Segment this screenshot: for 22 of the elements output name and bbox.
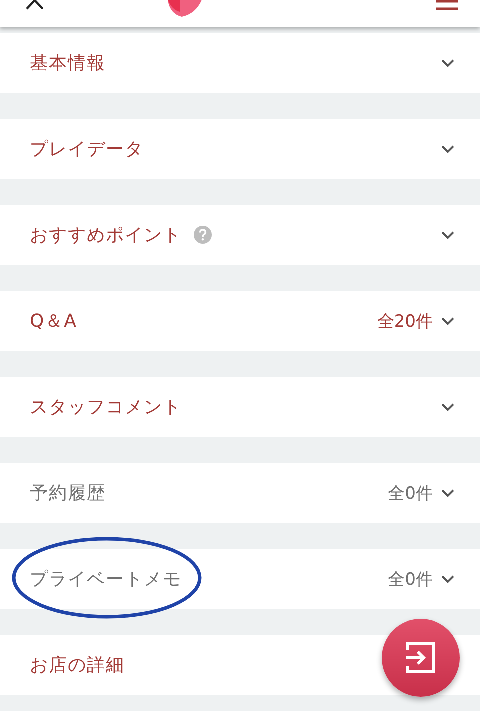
item-count: 全20件: [377, 310, 433, 332]
menu-icon[interactable]: [436, 0, 458, 12]
section-title: スタッフコメント: [30, 396, 182, 419]
chevron-down-icon: [441, 144, 455, 154]
login-icon: [404, 641, 438, 675]
section-title: お店の詳細: [30, 654, 125, 677]
chevron-down-icon: [441, 402, 455, 412]
chevron-down-icon: [441, 316, 455, 326]
section-title: Q＆A: [30, 310, 78, 333]
item-count: 全0件: [388, 482, 433, 504]
section-title: 基本情報: [30, 52, 106, 75]
login-button[interactable]: [382, 619, 460, 697]
section-title: おすすめポイント: [30, 224, 182, 247]
item-count: 全0件: [388, 568, 433, 590]
section-title: 予約履歴: [30, 482, 106, 505]
close-icon[interactable]: [26, 0, 44, 10]
section-title: プライベートメモ: [30, 568, 182, 591]
chevron-down-icon: [441, 574, 455, 584]
chevron-down-icon: [441, 58, 455, 68]
chevron-down-icon: [441, 230, 455, 240]
section-title: プレイデータ: [30, 138, 144, 161]
chevron-down-icon: [441, 488, 455, 498]
